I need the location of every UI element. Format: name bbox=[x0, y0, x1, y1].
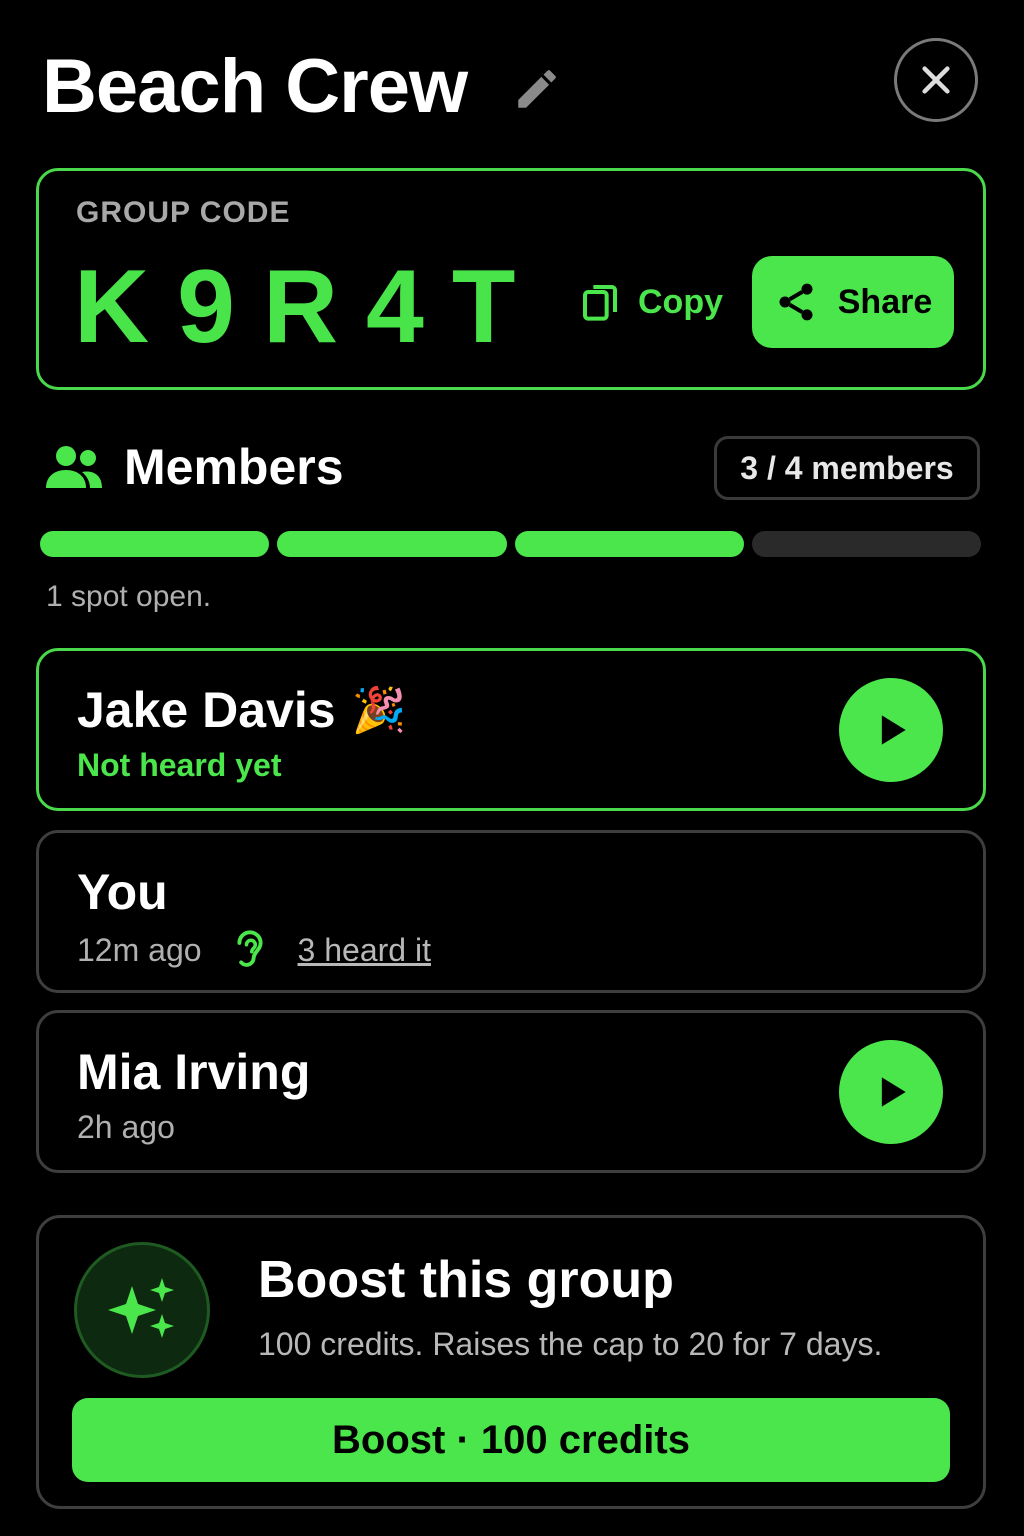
sparkles-icon bbox=[108, 1278, 174, 1338]
group-code-label: GROUP CODE bbox=[76, 196, 291, 229]
members-title: Members bbox=[124, 439, 344, 495]
sparkles-icon-container bbox=[74, 1242, 210, 1378]
close-button[interactable] bbox=[894, 38, 978, 122]
play-icon bbox=[881, 715, 906, 745]
member-status: 12m ago bbox=[77, 931, 202, 968]
pencil-icon[interactable] bbox=[512, 64, 562, 114]
share-label: Share bbox=[837, 282, 933, 321]
people-icon bbox=[44, 444, 104, 490]
share-button[interactable]: Share bbox=[752, 256, 954, 348]
progress-segment bbox=[514, 531, 744, 557]
copy-button[interactable]: Copy bbox=[580, 272, 723, 332]
member-count-badge: 3 / 4 members bbox=[714, 436, 980, 500]
member-name: You bbox=[77, 864, 168, 920]
progress-segment bbox=[277, 531, 507, 557]
play-button[interactable] bbox=[839, 1040, 943, 1144]
members-progress-bar bbox=[40, 531, 981, 557]
spots-open-text: 1 spot open. bbox=[46, 580, 212, 613]
ear-icon bbox=[236, 930, 263, 967]
heard-it-link[interactable]: 3 heard it bbox=[298, 932, 431, 969]
member-card-jake[interactable]: Jake Davis 🎉 Not heard yet bbox=[36, 648, 986, 811]
member-status: 2h ago bbox=[77, 1109, 175, 1145]
member-card-mia[interactable]: Mia Irving 2h ago bbox=[36, 1010, 986, 1173]
share-icon bbox=[779, 283, 813, 321]
member-name: Jake Davis bbox=[77, 682, 336, 738]
member-status: Not heard yet bbox=[77, 747, 282, 783]
boost-title: Boost this group bbox=[258, 1251, 674, 1309]
boost-description: 100 credits. Raises the cap to 20 for 7 … bbox=[258, 1326, 883, 1362]
close-icon bbox=[922, 66, 950, 94]
member-card-you: You 12m ago 3 heard it bbox=[36, 830, 986, 993]
page-title: Beach Crew bbox=[42, 44, 468, 129]
play-button[interactable] bbox=[839, 678, 943, 782]
progress-segment bbox=[40, 531, 270, 557]
group-code-value: K9R4T bbox=[74, 249, 544, 365]
copy-icon bbox=[583, 285, 617, 321]
party-popper-icon: 🎉 bbox=[351, 686, 407, 735]
copy-label: Copy bbox=[638, 282, 723, 321]
member-name: Mia Irving bbox=[77, 1044, 311, 1100]
play-icon bbox=[881, 1077, 906, 1107]
boost-button[interactable]: Boost · 100 credits bbox=[72, 1398, 950, 1482]
progress-segment bbox=[751, 531, 981, 557]
